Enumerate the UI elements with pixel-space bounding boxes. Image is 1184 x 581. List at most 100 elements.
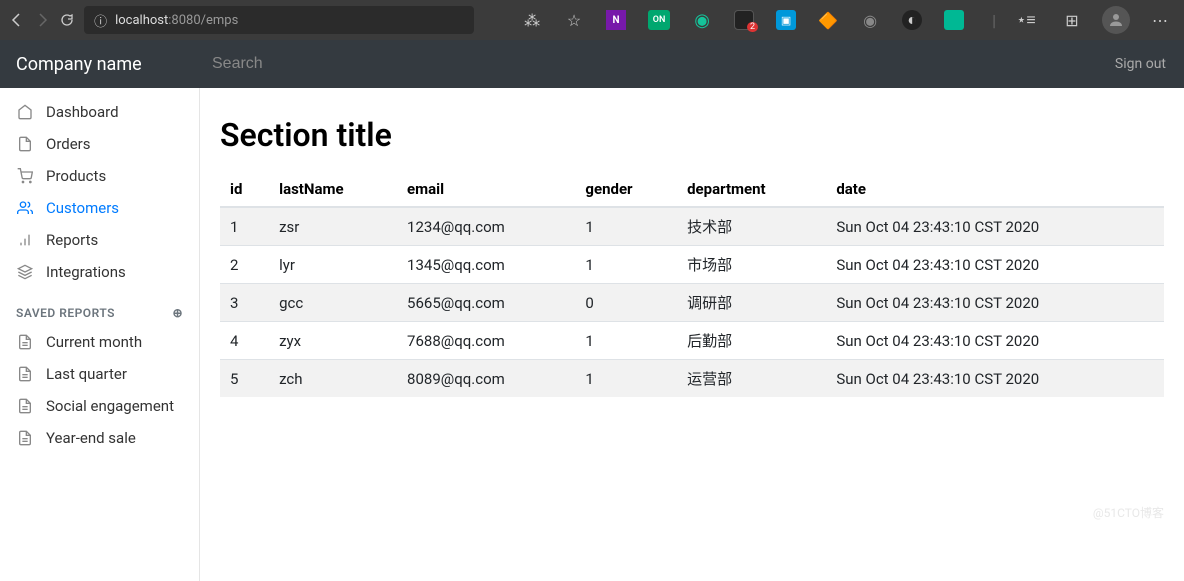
cell-date: Sun Oct 04 23:43:10 CST 2020 [826,246,1164,284]
cell-date: Sun Oct 04 23:43:10 CST 2020 [826,360,1164,398]
cell-lastName: zsr [269,207,397,246]
cell-email: 1234@qq.com [397,207,575,246]
watermark: @51CTO博客 [1093,504,1164,521]
sidebar-item-label: Integrations [46,263,126,281]
cell-id: 2 [220,246,269,284]
cell-id: 4 [220,322,269,360]
profile-avatar[interactable] [1102,6,1130,34]
cell-department: 后勤部 [677,322,826,360]
swirl-ext-icon[interactable]: ◉ [860,10,880,30]
signout-link[interactable]: Sign out [1097,40,1184,88]
table-row: 1zsr1234@qq.com1技术部Sun Oct 04 23:43:10 C… [220,207,1164,246]
translate-icon[interactable]: ⁂ [522,10,542,30]
info-icon: ⓘ [94,11,107,30]
more-icon[interactable]: ⋯ [1144,4,1176,36]
star-icon[interactable]: ☆ [564,10,584,30]
url-host: localhost [115,13,168,28]
on-ext-icon[interactable]: ON [648,10,670,30]
sidebar-item-label: Orders [46,135,91,153]
teal-ext-icon[interactable] [944,10,964,30]
sidebar-item-orders[interactable]: Orders [0,128,199,160]
bar-chart-icon [16,232,34,248]
col-department: department [677,172,826,207]
saved-reports-title: SAVED REPORTS [16,306,115,320]
table-row: 2lyr1345@qq.com1市场部Sun Oct 04 23:43:10 C… [220,246,1164,284]
sidebar-report-item[interactable]: Current month [0,326,199,358]
sidebar-item-label: Last quarter [46,365,127,383]
search-container [200,40,1097,88]
file-icon [16,136,34,152]
separator: | [992,11,996,30]
url-port: :8080 [168,13,200,28]
cell-date: Sun Oct 04 23:43:10 CST 2020 [826,207,1164,246]
col-gender: gender [575,172,677,207]
sidebar-item-label: Reports [46,231,98,249]
sidebar-item-label: Current month [46,333,142,351]
table-row: 3gcc5665@qq.com0调研部Sun Oct 04 23:43:10 C… [220,284,1164,322]
cell-gender: 1 [575,360,677,398]
search-input[interactable] [212,55,1085,73]
sidebar-report-item[interactable]: Social engagement [0,390,199,422]
cell-id: 5 [220,360,269,398]
cell-lastName: gcc [269,284,397,322]
sidebar-item-products[interactable]: Products [0,160,199,192]
sidebar-item-dashboard[interactable]: Dashboard [0,96,199,128]
cell-department: 市场部 [677,246,826,284]
multi-ext-icon[interactable]: 🔶 [818,10,838,30]
employee-table: idlastNameemailgenderdepartmentdate 1zsr… [220,172,1164,397]
browser-toolbar: ⓘ localhost:8080/emps ⁂ ☆ N ON ◉ ▣ 🔶 ◉ ◐… [0,0,1184,40]
cell-email: 1345@qq.com [397,246,575,284]
grammarly-icon[interactable]: ◉ [692,10,712,30]
page-title: Section title [220,116,1164,154]
sidebar-item-customers[interactable]: Customers [0,192,199,224]
forward-button[interactable] [33,4,50,36]
col-date: date [826,172,1164,207]
app-topbar: Company name Sign out [0,40,1184,88]
cloud-ext-icon[interactable]: ▣ [776,10,796,30]
cell-gender: 1 [575,322,677,360]
sidebar-item-label: Products [46,167,106,185]
cell-id: 3 [220,284,269,322]
cell-lastName: zyx [269,322,397,360]
col-lastName: lastName [269,172,397,207]
file-text-icon [16,430,34,446]
collections-icon[interactable]: ⊞ [1056,4,1088,36]
favorites-icon[interactable]: ⋆≡ [1010,4,1042,36]
cell-date: Sun Oct 04 23:43:10 CST 2020 [826,322,1164,360]
cart-icon [16,168,34,184]
back-button[interactable] [8,4,25,36]
refresh-button[interactable] [59,4,76,36]
cell-gender: 1 [575,207,677,246]
cell-lastName: zch [269,360,397,398]
address-bar[interactable]: ⓘ localhost:8080/emps [84,6,474,34]
home-icon [16,104,34,120]
sidebar-report-item[interactable]: Last quarter [0,358,199,390]
table-row: 4zyx7688@qq.com1后勤部Sun Oct 04 23:43:10 C… [220,322,1164,360]
brand[interactable]: Company name [0,40,200,88]
sidebar-item-label: Customers [46,199,119,217]
sidebar-item-label: Year-end sale [46,429,136,447]
onenote-icon[interactable]: N [606,10,626,30]
tab-ext-icon[interactable]: ◐ [902,10,922,30]
cell-department: 技术部 [677,207,826,246]
sidebar-report-item[interactable]: Year-end sale [0,422,199,454]
file-text-icon [16,366,34,382]
users-icon [16,200,34,216]
cell-email: 5665@qq.com [397,284,575,322]
add-report-button[interactable]: ⊕ [172,306,183,320]
cell-email: 7688@qq.com [397,322,575,360]
cell-department: 运营部 [677,360,826,398]
file-text-icon [16,398,34,414]
dark-ext-icon[interactable] [734,10,754,30]
cell-date: Sun Oct 04 23:43:10 CST 2020 [826,284,1164,322]
cell-email: 8089@qq.com [397,360,575,398]
cell-id: 1 [220,207,269,246]
cell-lastName: lyr [269,246,397,284]
sidebar-item-reports[interactable]: Reports [0,224,199,256]
file-text-icon [16,334,34,350]
sidebar-item-integrations[interactable]: Integrations [0,256,199,288]
url-path: /emps [201,13,239,28]
layers-icon [16,264,34,280]
sidebar-item-label: Dashboard [46,103,119,121]
sidebar-section-header: SAVED REPORTS ⊕ [0,288,199,326]
